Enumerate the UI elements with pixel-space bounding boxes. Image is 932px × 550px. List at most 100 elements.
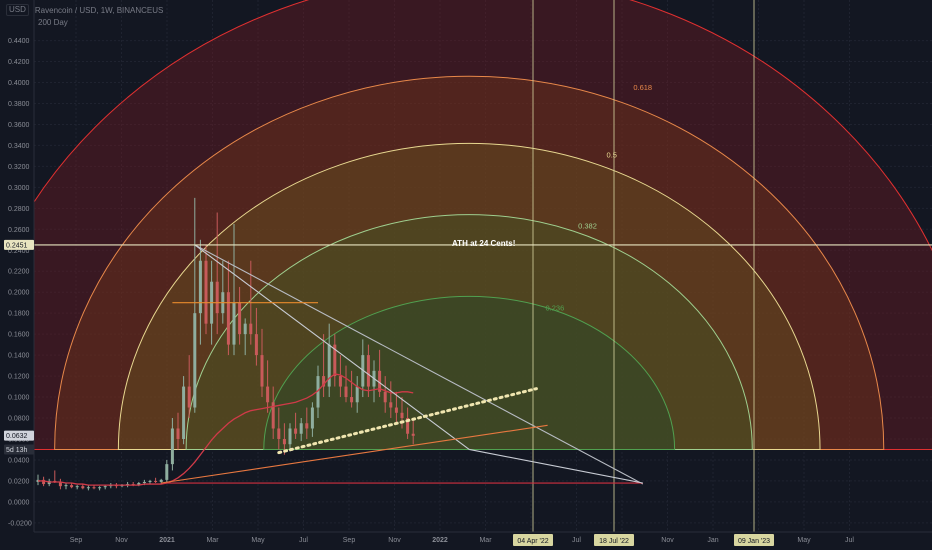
time-tick-label: Jul (845, 537, 854, 544)
price-tick-label: 0.3400 (8, 143, 30, 150)
date-marker-label: 09 Jan '23 (738, 538, 770, 545)
price-tick-label: 0.1600 (8, 332, 30, 339)
price-tick-label: 0.0000 (8, 499, 30, 506)
candle-body (305, 423, 309, 429)
candle-body (277, 428, 281, 439)
time-tick-label: Sep (70, 537, 83, 544)
candle-body (282, 438, 286, 445)
candle-body (193, 313, 197, 408)
candle-body (98, 487, 102, 489)
price-tick-label: 0.4200 (8, 59, 30, 66)
time-tick-label: Nov (661, 537, 674, 544)
candle-body (198, 260, 202, 314)
candle-body (383, 391, 387, 403)
currency-badge[interactable]: USD (6, 4, 29, 16)
candle-body (86, 487, 90, 489)
price-chart[interactable]: 0.7860.6180.50.3820.236 0.44000.42000.40… (0, 0, 932, 550)
price-tick-label: 0.1800 (8, 311, 30, 318)
date-marker-label: 18 Jul '22 (599, 538, 629, 545)
trendline (469, 448, 643, 484)
time-axis[interactable]: SepNov2021MarMayJulSepNov2022MarMayJulSe… (34, 531, 932, 550)
candle-body (350, 397, 354, 403)
candle-body (266, 386, 270, 403)
candle-body (103, 486, 107, 488)
time-tick-label: Nov (388, 537, 401, 544)
price-tick-label: 0.2800 (8, 206, 30, 213)
candle-body (338, 376, 342, 387)
time-tick-label: Jul (572, 537, 581, 544)
candle-body (232, 302, 236, 345)
price-tick-label: 0.3000 (8, 185, 30, 192)
fib-arcs: 0.7860.6180.50.3820.236 (0, 0, 932, 450)
price-tick-label: 0.1400 (8, 353, 30, 360)
candle-body (389, 402, 393, 408)
price-tick-label: 0.0200 (8, 478, 30, 485)
time-tick-label: Nov (115, 537, 128, 544)
time-tick-label: Mar (479, 537, 492, 544)
candle-body (187, 386, 191, 408)
candle-body (411, 433, 415, 436)
time-tick-label: Jul (299, 537, 308, 544)
candle-body (165, 464, 169, 480)
price-tick-label: 0.1000 (8, 395, 30, 402)
fib-level-label: 0.382 (578, 222, 597, 231)
candle-body (310, 407, 314, 429)
candle-body (288, 428, 292, 445)
price-tick-label: 0.3800 (8, 101, 30, 108)
price-marker-label: 0.2451 (6, 242, 28, 249)
price-tick-label: 0.3600 (8, 122, 30, 129)
price-axis[interactable]: 0.4400 0.4200 0.4000 0.3800 0.3600 0.3400 0.32… (0, 0, 35, 532)
price-tick-label: 0.3200 (8, 164, 30, 171)
candle-body (81, 486, 85, 489)
price-tick-label: -0.0200 (8, 520, 32, 527)
candle-body (182, 386, 186, 439)
candle-body (366, 355, 370, 387)
candle-body (215, 281, 219, 314)
candle-body (400, 412, 404, 419)
price-tick-label: 0.2600 (8, 227, 30, 234)
candle-body (254, 334, 258, 356)
candle-body (394, 407, 398, 413)
candle-body (75, 486, 79, 488)
price-tick-label: 0.1200 (8, 374, 30, 381)
candle-body (294, 428, 298, 434)
candle-body (226, 292, 230, 345)
candle-body (70, 485, 74, 488)
fib-level-label: 0.236 (545, 303, 564, 312)
price-tick-label: 0.0800 (8, 416, 30, 423)
price-marker-label: 5d 13h (6, 447, 28, 454)
candle-body (92, 487, 96, 489)
candle-body (238, 302, 242, 335)
price-tick-label: 0.4000 (8, 80, 30, 87)
price-tick-label: 0.2000 (8, 290, 30, 297)
candle-body (260, 355, 264, 387)
fib-level-label: 0.5 (607, 150, 617, 159)
candle-body (249, 323, 253, 335)
candle-body (176, 428, 180, 439)
study-label[interactable]: 200 Day (38, 18, 68, 27)
candle-body (299, 423, 303, 434)
symbol-title[interactable]: Ravencoin / USD, 1W, BINANCEUS (35, 6, 163, 15)
ath-annotation: ATH at 24 Cents! (452, 239, 515, 248)
chart-header: USD Ravencoin / USD, 1W, BINANCEUS (6, 4, 163, 16)
time-tick-label: Sep (343, 537, 356, 544)
price-tick-label: 0.2200 (8, 269, 30, 276)
candle-body (344, 386, 348, 398)
candle-body (148, 480, 152, 482)
candle-body (154, 480, 158, 482)
candle-body (170, 428, 174, 465)
time-tick-label: May (251, 537, 265, 544)
time-tick-label: May (797, 537, 811, 544)
price-marker-label: 0.0632 (6, 433, 28, 440)
candle-body (142, 481, 146, 484)
time-tick-label: Jan (707, 537, 718, 544)
time-tick-label: 2022 (432, 537, 448, 544)
candle-body (159, 479, 163, 482)
candle-body (64, 485, 68, 487)
candle-body (204, 260, 208, 324)
time-tick-label: Mar (206, 537, 219, 544)
fib-level-label: 0.618 (633, 83, 652, 92)
candle-body (243, 323, 247, 335)
candle-body (355, 386, 359, 403)
chart-labels: ATH at 24 Cents! (452, 239, 515, 248)
